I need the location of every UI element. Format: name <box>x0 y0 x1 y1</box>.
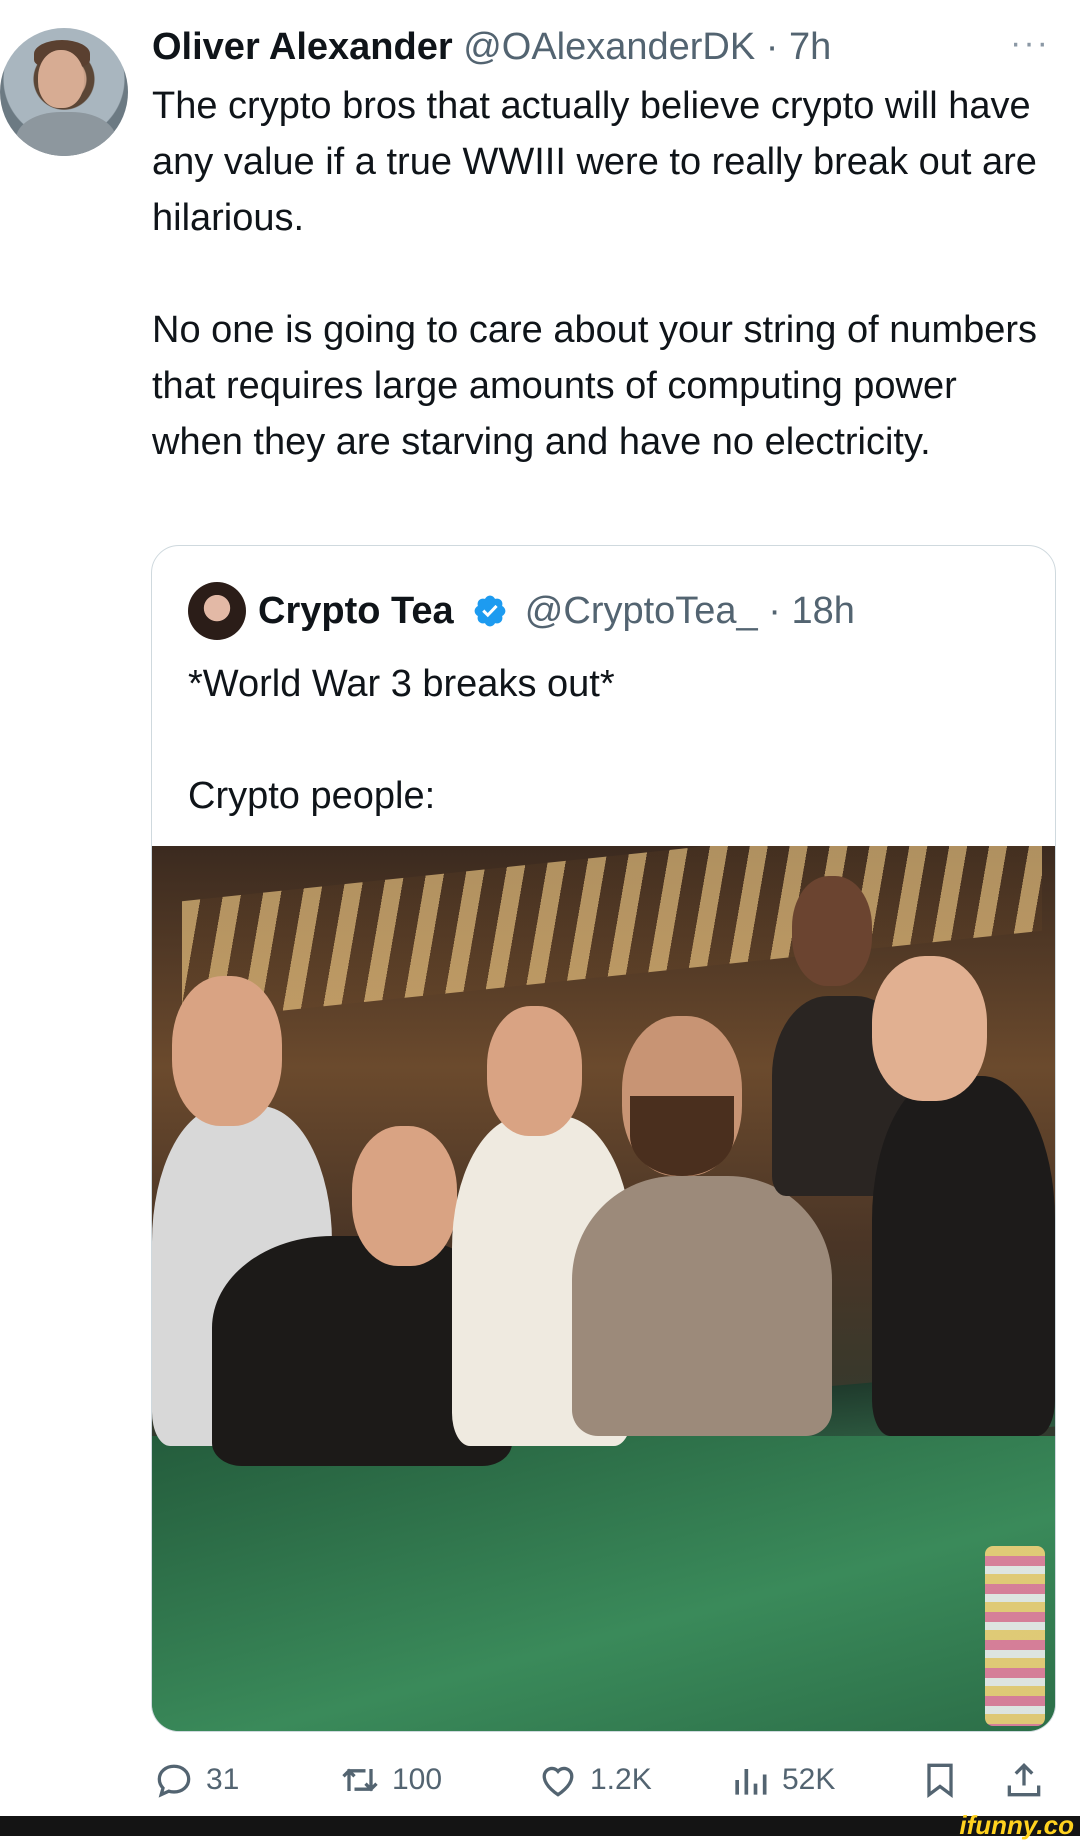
views-button[interactable]: 52K <box>728 1752 835 1808</box>
beard <box>630 1096 734 1176</box>
tweet-text: The crypto bros that actually believe cr… <box>152 78 1052 470</box>
craps-table <box>152 1436 1055 1731</box>
avatar-body <box>16 112 116 156</box>
more-icon[interactable]: ··· <box>1010 24 1050 63</box>
quoted-tweet-text: *World War 3 breaks out* Crypto people: <box>188 656 1028 824</box>
author-avatar[interactable] <box>0 28 128 156</box>
quoted-tweet-header: Crypto Tea @CryptoTea_ · 18h <box>258 582 855 640</box>
reply-button[interactable]: 31 <box>152 1752 239 1808</box>
person-right-torso <box>872 1076 1055 1436</box>
retweet-button[interactable]: 100 <box>338 1752 442 1808</box>
quoted-author-name[interactable]: Crypto Tea <box>258 590 454 632</box>
author-handle[interactable]: @OAlexanderDK <box>463 26 755 68</box>
person-back-head <box>792 876 872 986</box>
watermark-strip <box>0 1816 1080 1836</box>
person-front-head <box>352 1126 457 1266</box>
bookmark-button[interactable] <box>918 1752 972 1808</box>
like-count: 1.2K <box>590 1763 652 1796</box>
person-left-head <box>172 976 282 1126</box>
quoted-tweet-time[interactable]: 18h <box>791 590 854 632</box>
reply-icon <box>157 1764 191 1798</box>
share-icon <box>1007 1762 1041 1797</box>
like-button[interactable]: 1.2K <box>536 1752 652 1808</box>
verified-badge-icon <box>474 595 506 627</box>
tweet-header: Oliver Alexander @OAlexanderDK · 7h <box>152 22 831 72</box>
quoted-line-1: *World War 3 breaks out* <box>188 663 615 705</box>
tweet-paragraph-2: No one is going to care about your strin… <box>152 309 1038 463</box>
bookmark-icon <box>927 1763 953 1798</box>
quoted-author-handle[interactable]: @CryptoTea_ <box>525 590 758 632</box>
header-separator: · <box>765 26 779 68</box>
person-center-head <box>487 1006 582 1136</box>
author-name[interactable]: Oliver Alexander <box>152 26 453 68</box>
tweet-paragraph-1: The crypto bros that actually believe cr… <box>152 85 1037 239</box>
quoted-tweet-photo[interactable] <box>152 846 1055 1731</box>
quoted-header-separator: · <box>768 590 781 632</box>
retweet-count: 100 <box>392 1763 443 1796</box>
casino-chips <box>985 1546 1045 1726</box>
share-button[interactable] <box>1002 1752 1056 1808</box>
ifunny-watermark: ifunny.co <box>959 1810 1074 1840</box>
views-count: 52K <box>782 1763 836 1796</box>
quoted-line-2: Crypto people: <box>188 775 436 817</box>
views-chart-icon <box>735 1769 767 1795</box>
tweet-time[interactable]: 7h <box>789 26 831 68</box>
tweet-action-bar: 31 100 1.2K 52K <box>0 1752 1080 1808</box>
heart-icon <box>542 1766 574 1797</box>
quoted-tweet-card[interactable]: Crypto Tea @CryptoTea_ · 18h *World War … <box>151 545 1056 1732</box>
retweet-icon <box>342 1768 378 1792</box>
reply-count: 31 <box>206 1763 240 1796</box>
quoted-author-avatar[interactable] <box>188 582 246 640</box>
person-right-head <box>872 956 987 1101</box>
avatar-face <box>38 50 84 108</box>
person-bearded-torso <box>572 1176 832 1436</box>
